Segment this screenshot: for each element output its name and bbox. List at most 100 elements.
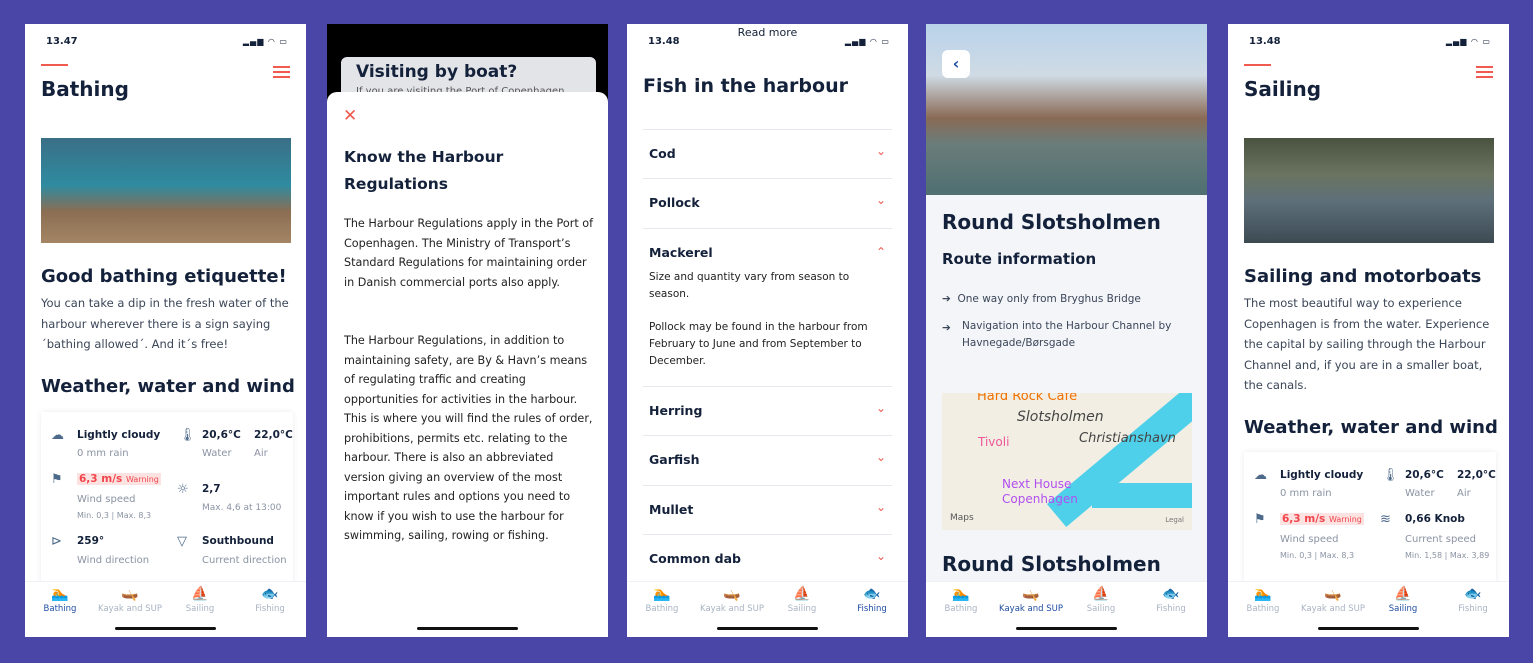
swimmer-icon: 🏊 (51, 586, 69, 602)
warning-badge: Warning (125, 475, 159, 484)
wind-minmax: Min. 0,3 | Max. 8,3 (77, 511, 152, 520)
fish-name: Mackerel (649, 245, 713, 260)
cloud-icon: ☁ (51, 428, 64, 443)
map-label: Christianshavn (1079, 431, 1176, 446)
fish-icon: 🐟 (863, 586, 881, 602)
tab-fishing[interactable]: 🐟 Fishing (1438, 584, 1508, 614)
home-indicator (1016, 627, 1117, 630)
status-icons: ▂▄▆ ◠ ▭ (242, 37, 288, 46)
arrow-circle-icon: ➔ (942, 322, 951, 334)
kayak-icon: 🛶 (1324, 586, 1342, 602)
current-direction-label: Current direction (202, 555, 287, 566)
section-heading: Sailing and motorboats (1244, 266, 1482, 287)
fish-detail-2: Pollock may be found in the harbour from… (649, 321, 868, 367)
wind-max: Max. 8,3 (116, 511, 152, 520)
kayak-icon: 🛶 (1022, 586, 1040, 602)
fish-name: Pollock (649, 195, 700, 210)
menu-icon[interactable] (273, 66, 290, 78)
tab-bar: 🏊 Bathing 🛶 Kayak and SUP ⛵ Sailing 🐟 Fishin… (1228, 581, 1509, 637)
swimmer-icon: 🏊 (653, 586, 671, 602)
tab-label: Kayak and SUP (700, 604, 764, 614)
wind-speed: 6,3 m/s Warning (1280, 513, 1364, 525)
tab-kayak[interactable]: 🛶 Kayak and SUP (996, 584, 1066, 614)
tab-bathing[interactable]: 🏊 Bathing (1228, 584, 1298, 614)
sailboat-icon: ⛵ (1394, 586, 1412, 602)
sky-value: Lightly cloudy (1280, 469, 1364, 481)
screen-fish: Read more 13.48 ▂▄▆ ◠ ▭ Fish in the harb… (627, 24, 908, 637)
home-indicator (417, 627, 518, 630)
rain-value: 0 mm rain (1280, 488, 1332, 499)
fish-row[interactable]: Garfish ⌄ (643, 435, 892, 485)
status-time: 13.47 (46, 36, 78, 47)
menu-icon[interactable] (1476, 66, 1493, 78)
section-title: Round Slotsholmen (942, 552, 1161, 576)
tab-fishing[interactable]: 🐟 Fishing (235, 584, 305, 614)
map-label: Slotsholmen (1017, 409, 1104, 425)
tab-kayak[interactable]: 🛶 Kayak and SUP (1298, 584, 1368, 614)
fish-row[interactable]: Common dab ⌄ (643, 534, 892, 584)
water-temp: 20,6°C (202, 429, 241, 441)
swimmer-icon: 🏊 (952, 586, 970, 602)
air-temp: 22,0°C (1457, 469, 1496, 481)
wind-minmax: Min. 0,3 | Max. 8,3 (1280, 551, 1355, 560)
wind-direction-icon: ⊳ (51, 534, 62, 549)
fish-row-expanded[interactable]: Mackerel ⌃ Size and quantity vary from se… (643, 228, 892, 386)
sailboat-icon: ⛵ (1092, 586, 1110, 602)
tab-bar: 🏊 Bathing 🛶 Kayak and SUP ⛵ Sailing 🐟 Fishin… (25, 581, 306, 637)
route-bullet: ➔ One way only from Bryghus Bridge (942, 293, 1141, 305)
legal-link[interactable]: Legal (1165, 516, 1184, 524)
fish-row[interactable]: Mullet ⌄ (643, 485, 892, 535)
section-text: The most beautiful way to experience Cop… (1244, 296, 1490, 392)
water-label: Water (1405, 488, 1435, 499)
tab-sailing[interactable]: ⛵ Sailing (165, 584, 235, 614)
tab-bathing[interactable]: 🏊 Bathing (627, 584, 697, 614)
back-button[interactable]: ‹ (942, 50, 970, 78)
chevron-down-icon: ⌄ (875, 144, 886, 158)
tab-kayak[interactable]: 🛶 Kayak and SUP (95, 584, 165, 614)
close-icon[interactable]: ✕ (343, 106, 357, 126)
screen-route: ‹ Round Slotsholmen Route information ➔ … (926, 24, 1207, 637)
tab-sailing[interactable]: ⛵ Sailing (767, 584, 837, 614)
regulations-para-1: The Harbour Regulations apply in the Por… (344, 217, 594, 289)
tab-fishing[interactable]: 🐟 Fishing (1136, 584, 1206, 614)
tab-sailing[interactable]: ⛵ Sailing (1066, 584, 1136, 614)
status-time: 13.48 (648, 36, 680, 47)
fish-row[interactable]: Pollock ⌄ (643, 178, 892, 228)
windsock-icon: ⚑ (1254, 512, 1266, 527)
screen-bathing: 13.47 ▂▄▆ ◠ ▭ Bathing Good bathing etiqu… (25, 24, 306, 637)
air-label: Air (1457, 488, 1471, 499)
tab-label: Fishing (1458, 604, 1488, 614)
fish-name: Herring (649, 403, 703, 418)
tab-label: Sailing (1388, 604, 1418, 614)
route-info-heading: Route information (942, 250, 1097, 268)
status-time: 13.48 (1249, 36, 1281, 47)
route-bullet: ➔ Navigation into the Harbour Channel by … (942, 318, 1192, 352)
tab-bathing[interactable]: 🏊 Bathing (25, 584, 95, 614)
fish-row[interactable]: Cod ⌄ (643, 129, 892, 179)
tab-kayak[interactable]: 🛶 Kayak and SUP (697, 584, 767, 614)
home-indicator (115, 627, 216, 630)
fish-icon: 🐟 (1162, 586, 1180, 602)
route-map[interactable]: Hard Rock Cafe Slotsholmen Christianshav… (942, 393, 1192, 530)
fish-name: Mullet (649, 502, 694, 517)
tab-fishing[interactable]: 🐟 Fishing (837, 584, 907, 614)
map-label: Tivoli (978, 435, 1010, 449)
regulations-sheet: ✕ Know the Harbour Regulations The Harbo… (327, 92, 608, 637)
kayak-icon: 🛶 (723, 586, 741, 602)
tab-label: Bathing (43, 604, 77, 614)
tab-label: Sailing (787, 604, 817, 614)
uv-value: 2,7 (202, 483, 221, 495)
page-title: Sailing (1244, 77, 1322, 101)
uv-sun-icon: ☼ (177, 482, 189, 497)
windsock-icon: ⚑ (51, 472, 63, 487)
thermometer-icon: 🌡 (1382, 468, 1399, 483)
fish-icon: 🐟 (1464, 586, 1482, 602)
current-minmax: Min. 1,58 | Max. 3,89 (1405, 551, 1490, 560)
tab-bathing[interactable]: 🏊 Bathing (926, 584, 996, 614)
tab-sailing[interactable]: ⛵ Sailing (1368, 584, 1438, 614)
status-icons: ▂▄▆ ◠ ▭ (1445, 37, 1491, 46)
map-label: Hard Rock Cafe (977, 393, 1078, 404)
fish-row[interactable]: Herring ⌄ (643, 386, 892, 436)
home-indicator (717, 627, 818, 630)
sheet-title: Know the Harbour Regulations (344, 148, 504, 193)
